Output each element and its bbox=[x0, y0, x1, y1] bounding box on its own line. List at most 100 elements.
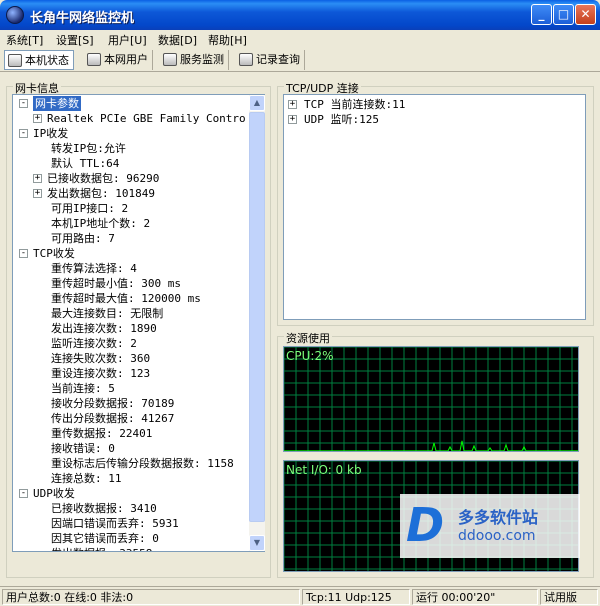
tree-item-rto-min[interactable]: 重传超时最小值: 300 ms bbox=[13, 276, 250, 291]
status-connections: Tcp:11 Udp:125 bbox=[302, 589, 410, 605]
cpu-graph: CPU:2% bbox=[283, 346, 579, 452]
menu-system[interactable]: 系统[T] bbox=[6, 32, 43, 48]
tree-item-label: 网卡参数 bbox=[33, 96, 81, 111]
tree-item-adapter-name[interactable]: + Realtek PCIe GBE Family Contro bbox=[13, 111, 250, 126]
tree-item-active-opens[interactable]: 发出连接次数: 1890 bbox=[13, 321, 250, 336]
search-icon bbox=[239, 53, 253, 66]
tree-item-label: Realtek PCIe GBE Family Contro bbox=[47, 112, 246, 125]
net-io-label: Net I/O: 0 kb bbox=[286, 463, 362, 477]
tree-item-ip-sent[interactable]: + 发出数据包: 101849 bbox=[13, 186, 250, 201]
watermark-url: ddooo.com bbox=[458, 528, 536, 544]
tree-item-label: 当前连接: 5 bbox=[51, 382, 115, 395]
tree-item-label: 重设标志后传输分段数据报数: 1158 bbox=[51, 457, 234, 470]
tab-log-query[interactable]: 记录查询 bbox=[236, 50, 305, 70]
tree-item-udp-in-datagrams[interactable]: 已接收数据报: 3410 bbox=[13, 501, 250, 516]
maximize-button[interactable]: □ bbox=[553, 4, 574, 25]
menu-bar: 系统[T] 设置[S] 用户[U] 数据[D] 帮助[H] bbox=[0, 30, 600, 48]
tree-item-attempt-fails[interactable]: 连接失败次数: 360 bbox=[13, 351, 250, 366]
tab-service-monitor[interactable]: 服务监测 bbox=[160, 50, 229, 70]
tree-item-label: 本机IP地址个数: 2 bbox=[51, 217, 151, 230]
nic-tree-scrollbar[interactable]: ▲ ▼ bbox=[249, 95, 265, 551]
title-bar[interactable]: 长角牛网络监控机 _ □ ✕ bbox=[0, 0, 600, 30]
tree-item-label: 默认 TTL:64 bbox=[51, 157, 120, 170]
tree-item-out-rsts[interactable]: 重设标志后传输分段数据报数: 1158 bbox=[13, 456, 250, 471]
tree-item-retrans-segs[interactable]: 重传数据报: 22401 bbox=[13, 426, 250, 441]
tree-item-num-conns[interactable]: 连接总数: 11 bbox=[13, 471, 250, 486]
watermark-logo: D bbox=[406, 498, 445, 552]
toolbar: 本机状态 本网用户 服务监测 记录查询 bbox=[0, 48, 600, 72]
tree-item-curr-estab[interactable]: 当前连接: 5 bbox=[13, 381, 250, 396]
tree-item-udp-out-datagrams[interactable]: 发出数据报: 33558 bbox=[13, 546, 250, 551]
menu-data[interactable]: 数据[D] bbox=[158, 32, 197, 48]
status-users: 用户总数:0 在线:0 非法:0 bbox=[2, 589, 300, 605]
tree-item-udp-no-ports[interactable]: 因端口错误而丢弃: 5931 bbox=[13, 516, 250, 531]
tree-item-label: 因其它错误而丢弃: 0 bbox=[51, 532, 159, 545]
tree-item-label: 可用IP接口: 2 bbox=[51, 202, 129, 215]
expand-icon[interactable]: + bbox=[288, 100, 297, 109]
tree-item-passive-opens[interactable]: 监听连接次数: 2 bbox=[13, 336, 250, 351]
menu-users[interactable]: 用户[U] bbox=[108, 32, 147, 48]
close-button[interactable]: ✕ bbox=[575, 4, 596, 25]
tree-item-in-segs[interactable]: 接收分段数据报: 70189 bbox=[13, 396, 250, 411]
nic-info-tree[interactable]: - 网卡参数 + Realtek PCIe GBE Family Contro - IP收… bbox=[12, 94, 265, 552]
tree-item-nic-params[interactable]: - 网卡参数 bbox=[13, 96, 250, 111]
tree-item-default-ttl[interactable]: 默认 TTL:64 bbox=[13, 156, 250, 171]
tab-local-status[interactable]: 本机状态 bbox=[4, 50, 74, 70]
tree-item-label: 传出分段数据报: 41267 bbox=[51, 412, 175, 425]
tree-item-ip-addr-count[interactable]: 本机IP地址个数: 2 bbox=[13, 216, 250, 231]
tree-item-label: 因端口错误而丢弃: 5931 bbox=[51, 517, 179, 530]
resource-title: 资源使用 bbox=[284, 330, 332, 346]
menu-help[interactable]: 帮助[H] bbox=[208, 32, 247, 48]
tree-item-label: 重传算法选择: 4 bbox=[51, 262, 137, 275]
expand-icon[interactable]: + bbox=[33, 114, 42, 123]
tree-item-udp-section[interactable]: - UDP收发 bbox=[13, 486, 250, 501]
menu-settings[interactable]: 设置[S] bbox=[56, 32, 94, 48]
tab-label: 服务监测 bbox=[180, 53, 224, 66]
tree-item-label: 发出数据包: 101849 bbox=[47, 187, 155, 200]
tree-item-estab-resets[interactable]: 重设连接次数: 123 bbox=[13, 366, 250, 381]
connections-tree[interactable]: + TCP 当前连接数:11 + UDP 监听:125 bbox=[283, 94, 586, 320]
tree-item-udp-in-errors[interactable]: 因其它错误而丢弃: 0 bbox=[13, 531, 250, 546]
tree-item-rto-max[interactable]: 重传超时最大值: 120000 ms bbox=[13, 291, 250, 306]
tree-item-ip-section[interactable]: - IP收发 bbox=[13, 126, 250, 141]
expand-icon[interactable]: + bbox=[33, 174, 42, 183]
tree-item-label: UDP收发 bbox=[33, 487, 75, 500]
tree-item-ip-interfaces[interactable]: 可用IP接口: 2 bbox=[13, 201, 250, 216]
collapse-icon[interactable]: - bbox=[19, 489, 28, 498]
udp-listen-item[interactable]: + UDP 监听:125 bbox=[284, 112, 584, 127]
scroll-up-button[interactable]: ▲ bbox=[249, 95, 265, 111]
watermark: D 多多软件站 ddooo.com bbox=[400, 494, 580, 558]
tree-item-label: 已接收数据报: 3410 bbox=[51, 502, 157, 515]
tree-item-label: 转发IP包:允许 bbox=[51, 142, 126, 155]
tree-item-label: 接收错误: 0 bbox=[51, 442, 115, 455]
cpu-label: CPU:2% bbox=[286, 349, 334, 363]
tree-item-rto-algorithm[interactable]: 重传算法选择: 4 bbox=[13, 261, 250, 276]
tree-item-label: IP收发 bbox=[33, 127, 69, 140]
tree-item-tcp-section[interactable]: - TCP收发 bbox=[13, 246, 250, 261]
expand-icon[interactable]: + bbox=[33, 189, 42, 198]
tree-item-label: 接收分段数据报: 70189 bbox=[51, 397, 175, 410]
tree-item-label: 发出连接次数: 1890 bbox=[51, 322, 157, 335]
tree-item-label: TCP收发 bbox=[33, 247, 75, 260]
tree-item-label: 重传数据报: 22401 bbox=[51, 427, 153, 440]
tree-item-forward-ip[interactable]: 转发IP包:允许 bbox=[13, 141, 250, 156]
monitor-icon bbox=[163, 53, 177, 66]
collapse-icon[interactable]: - bbox=[19, 129, 28, 138]
collapse-icon[interactable]: - bbox=[19, 249, 28, 258]
tab-label: 本机状态 bbox=[25, 54, 69, 67]
window-title: 长角牛网络监控机 bbox=[30, 11, 135, 26]
tree-item-ip-received[interactable]: + 已接收数据包: 96290 bbox=[13, 171, 250, 186]
tree-item-max-conn[interactable]: 最大连接数目: 无限制 bbox=[13, 306, 250, 321]
scroll-thumb[interactable] bbox=[249, 112, 265, 522]
collapse-icon[interactable]: - bbox=[19, 99, 28, 108]
tree-item-in-errs[interactable]: 接收错误: 0 bbox=[13, 441, 250, 456]
minimize-button[interactable]: _ bbox=[531, 4, 552, 25]
expand-icon[interactable]: + bbox=[288, 115, 297, 124]
tree-item-routes[interactable]: 可用路由: 7 bbox=[13, 231, 250, 246]
tcp-connections-item[interactable]: + TCP 当前连接数:11 bbox=[284, 97, 584, 112]
scroll-down-button[interactable]: ▼ bbox=[249, 535, 265, 551]
tab-label: 记录查询 bbox=[256, 53, 300, 66]
tree-item-out-segs[interactable]: 传出分段数据报: 41267 bbox=[13, 411, 250, 426]
tab-network-users[interactable]: 本网用户 bbox=[84, 50, 153, 70]
tree-item-label: 重传超时最大值: 120000 ms bbox=[51, 292, 201, 305]
